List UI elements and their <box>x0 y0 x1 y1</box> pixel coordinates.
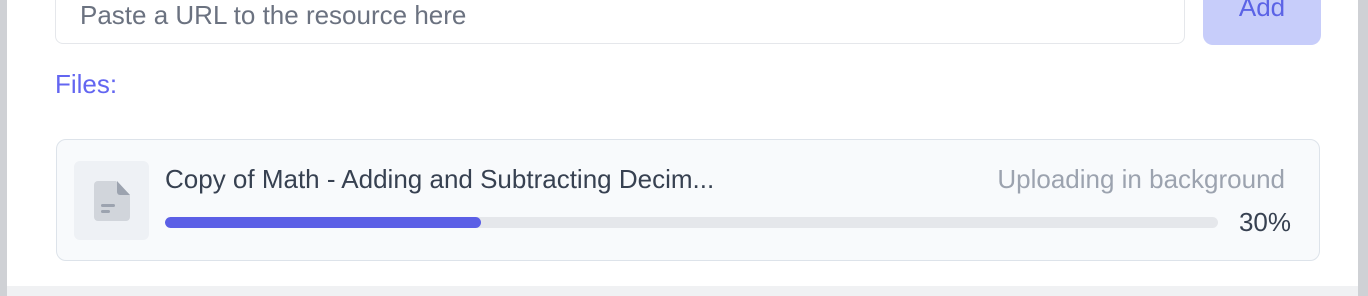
upload-progress-bar <box>165 217 1218 228</box>
file-upload-card: Copy of Math - Adding and Subtracting De… <box>56 139 1320 261</box>
left-border <box>0 0 7 296</box>
right-scrollbar-border <box>1358 0 1368 296</box>
upload-status-text: Uploading in background <box>997 164 1285 194</box>
bottom-strip <box>7 286 1358 296</box>
resource-panel: Add Files: Copy of Math - Adding and Sub… <box>7 0 1358 286</box>
url-input[interactable] <box>55 0 1185 44</box>
add-button[interactable]: Add <box>1203 0 1321 45</box>
upload-progress-fill <box>165 217 481 228</box>
files-label: Files: <box>55 69 118 99</box>
file-icon-container <box>74 161 149 240</box>
upload-progress-percent: 30% <box>1238 207 1291 237</box>
file-name: Copy of Math - Adding and Subtracting De… <box>165 164 715 194</box>
file-document-icon <box>93 180 130 221</box>
